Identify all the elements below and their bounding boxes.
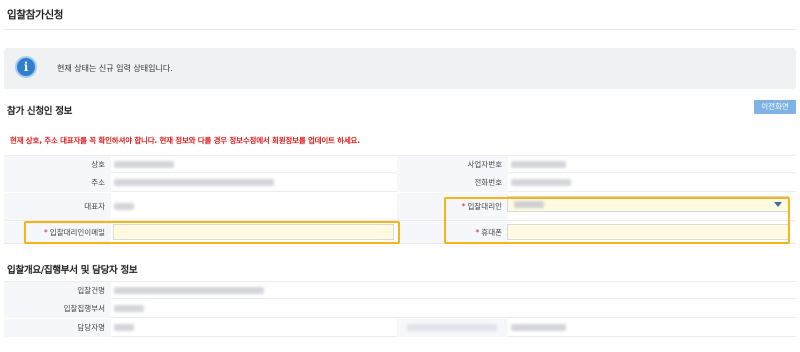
agent-select[interactable] xyxy=(507,196,789,212)
value-business-no xyxy=(511,161,566,168)
label-mobile-text: 휴대폰 xyxy=(481,228,502,237)
value-manager-contact-label xyxy=(407,324,497,331)
agent-select-value xyxy=(514,201,544,208)
value-ceo xyxy=(114,203,134,210)
chevron-down-icon[interactable] xyxy=(774,202,782,207)
label-phone: 전화번호 xyxy=(397,174,508,192)
row-company: 상호 사업자번호 xyxy=(4,155,796,174)
agent-email-input[interactable] xyxy=(113,224,394,240)
status-notice-text: 현재 상태는 신규 입력 상태입니다. xyxy=(57,64,173,73)
prev-page-button[interactable]: 이전화면 xyxy=(754,100,796,114)
status-notice: i 현재 상태는 신규 입력 상태입니다. xyxy=(4,48,796,89)
value-phone xyxy=(511,179,571,186)
label-business-no: 사업자번호 xyxy=(397,156,508,174)
label-ceo: 대표자 xyxy=(4,193,111,220)
row-dept: 입찰집행부서 xyxy=(4,300,796,318)
row-bid-name: 입찰건명 xyxy=(4,281,796,300)
row-agent-email: * 입찰대리인이메일 * 휴대폰 xyxy=(4,222,796,244)
label-agent: * 입찰대리인 xyxy=(397,193,508,220)
applicant-section-title: 참가 신청인 정보 xyxy=(7,106,73,117)
value-manager-contact xyxy=(511,324,566,331)
value-dept xyxy=(114,305,144,312)
page-title: 입찰참가신청 xyxy=(7,9,64,21)
label-bid-name: 입찰건명 xyxy=(4,282,111,300)
label-address: 주소 xyxy=(4,174,111,192)
label-agent-email: * 입찰대리인이메일 xyxy=(4,222,111,243)
row-ceo: 대표자 * 입찰대리인 xyxy=(4,193,796,221)
label-agent-email-text: 입찰대리인이메일 xyxy=(49,228,105,237)
bid-section-title: 입찰개요/집행부서 및 담당자 정보 xyxy=(7,265,138,276)
value-address xyxy=(114,179,274,186)
value-bid-name xyxy=(114,287,264,294)
mobile-input[interactable] xyxy=(507,224,789,240)
label-company: 상호 xyxy=(4,156,111,174)
label-dept: 입찰집행부서 xyxy=(4,300,111,318)
title-divider xyxy=(4,29,796,30)
warning-message: 현재 상호, 주소 대표자를 꼭 확인하셔야 합니다. 현재 정보와 다를 경우… xyxy=(10,136,360,145)
required-mark: * xyxy=(461,202,466,211)
row-address: 주소 전화번호 xyxy=(4,174,796,192)
label-manager: 담당자명 xyxy=(4,319,111,337)
value-company xyxy=(114,161,174,168)
row-manager: 담당자명 xyxy=(4,319,796,337)
label-mobile: * 휴대폰 xyxy=(397,222,508,243)
required-mark: * xyxy=(475,228,480,237)
info-icon: i xyxy=(15,56,37,78)
label-agent-text: 입찰대리인 xyxy=(467,202,503,211)
required-mark: * xyxy=(44,228,48,237)
value-manager xyxy=(114,324,134,331)
